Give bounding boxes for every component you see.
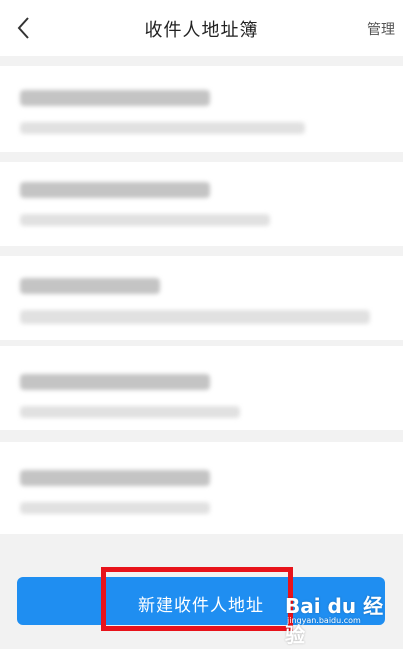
address-item-address bbox=[20, 214, 270, 226]
top-nav-bar: 收件人地址簿 管理 bbox=[0, 0, 403, 56]
address-item-name bbox=[20, 374, 210, 390]
address-item[interactable] bbox=[0, 66, 403, 152]
watermark-url: jingyan.baidu.com bbox=[287, 616, 361, 625]
address-item[interactable] bbox=[0, 442, 403, 534]
address-item-name bbox=[20, 470, 210, 486]
address-item[interactable] bbox=[0, 162, 403, 246]
address-item[interactable] bbox=[0, 346, 403, 430]
address-item-address bbox=[20, 310, 370, 324]
page-title: 收件人地址簿 bbox=[144, 20, 259, 41]
address-item-name bbox=[20, 90, 210, 106]
address-item-address bbox=[20, 406, 240, 418]
address-item[interactable] bbox=[0, 256, 403, 340]
manage-button[interactable]: 管理 bbox=[367, 19, 395, 39]
address-item-address bbox=[20, 502, 210, 514]
address-item-address bbox=[20, 122, 305, 134]
address-item-name bbox=[20, 278, 160, 294]
address-item-name bbox=[20, 182, 210, 198]
highlight-annotation bbox=[101, 567, 293, 631]
screen: 收件人地址簿 管理 新建收件人地址 Bai du 经验 jingyan.baid… bbox=[0, 0, 403, 649]
watermark: Bai du 经验 jingyan.baidu.com bbox=[285, 590, 395, 647]
